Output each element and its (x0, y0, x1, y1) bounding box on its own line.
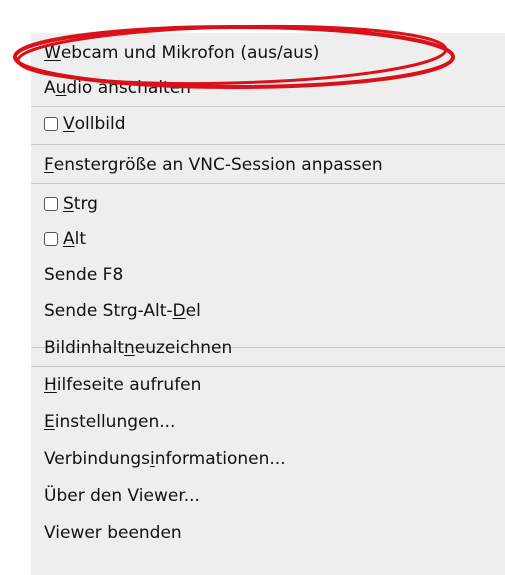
menu-item-label-pre: Über den Viewer... (44, 486, 200, 506)
menu-item-viewer-beenden[interactable]: Viewer beenden (31, 516, 505, 550)
menu-item-label-post: ebcam und Mikrofon (aus/aus) (60, 43, 320, 63)
menu-item-mnemonic: u (55, 78, 67, 98)
menu-item-label-post: ollbild (74, 114, 126, 134)
menu-item-bildinhalt-neuzeichnen[interactable]: Bildinhalt n euzeichnen (31, 331, 505, 365)
menu-item-label-post: ilfeseite aufrufen (56, 375, 202, 395)
menu-item-einstellungen[interactable]: Einstellungen... (31, 405, 505, 439)
menu-item-label-post: dio anschalten (66, 78, 191, 98)
menu-item-strg[interactable]: Strg (31, 187, 505, 221)
menu-item-label-post: lt (74, 229, 87, 249)
menu-item-mnemonic: H (44, 375, 57, 395)
menu-item-audio-anschalten[interactable]: Au dio anschalten (31, 71, 505, 105)
menu-item-label-pre: Bildinhalt (44, 338, 124, 358)
menu-item-mnemonic: E (44, 412, 55, 432)
menu-item-label-post: trg (73, 194, 98, 214)
menu-item-label-pre: Viewer beenden (44, 523, 182, 543)
menu-item-label-pre: Sende F8 (44, 265, 124, 285)
menu-item-alt[interactable]: Alt (31, 222, 505, 256)
menu-item-mnemonic: n (123, 338, 135, 358)
menu-item-mnemonic: V (63, 114, 75, 134)
menu-separator (31, 366, 505, 367)
menu-item-webcam-mikrofon[interactable]: Webcam und Mikrofon (aus/aus) (31, 36, 505, 70)
menu-item-mnemonic: A (63, 229, 75, 249)
menu-item-label-pre: A (44, 78, 56, 98)
strg-checkbox[interactable] (44, 197, 58, 211)
menu-item-sende-f8[interactable]: Sende F8 (31, 258, 505, 292)
menu-item-label-post: el (185, 301, 201, 321)
menu-item-mnemonic: W (44, 43, 61, 63)
menu-item-label-post: enstergröße an VNC-Session anpassen (53, 155, 383, 175)
menu-item-verbindungsinformationen[interactable]: Verbindungs i nformationen... (31, 442, 505, 476)
menu-item-mnemonic: D (172, 301, 186, 321)
vollbild-checkbox[interactable] (44, 117, 58, 131)
menu-item-label-post: euzeichnen (134, 338, 233, 358)
menu-separator (31, 144, 505, 145)
menu-item-label-post: instellungen... (54, 412, 176, 432)
menu-item-label-pre: Verbindungs (44, 449, 151, 469)
menu-item-mnemonic: S (63, 194, 74, 214)
menu-item-ueber-den-viewer[interactable]: Über den Viewer... (31, 479, 505, 513)
menu-item-hilfeseite-aufrufen[interactable]: Hilfeseite aufrufen (31, 368, 505, 402)
menu-item-mnemonic: F (44, 155, 54, 175)
context-menu: Webcam und Mikrofon (aus/aus) Au dio ansc… (31, 33, 505, 575)
menu-item-vollbild[interactable]: Vollbild (31, 107, 505, 141)
menu-item-label-post: nformationen... (154, 449, 286, 469)
menu-separator (31, 183, 505, 184)
menu-item-label-pre: Sende Strg-Alt- (44, 301, 173, 321)
alt-checkbox[interactable] (44, 232, 58, 246)
menu-item-fenstergroesse-anpassen[interactable]: Fenstergröße an VNC-Session anpassen (31, 148, 505, 182)
menu-item-sende-strg-alt-del[interactable]: Sende Strg-Alt- Del (31, 294, 505, 328)
